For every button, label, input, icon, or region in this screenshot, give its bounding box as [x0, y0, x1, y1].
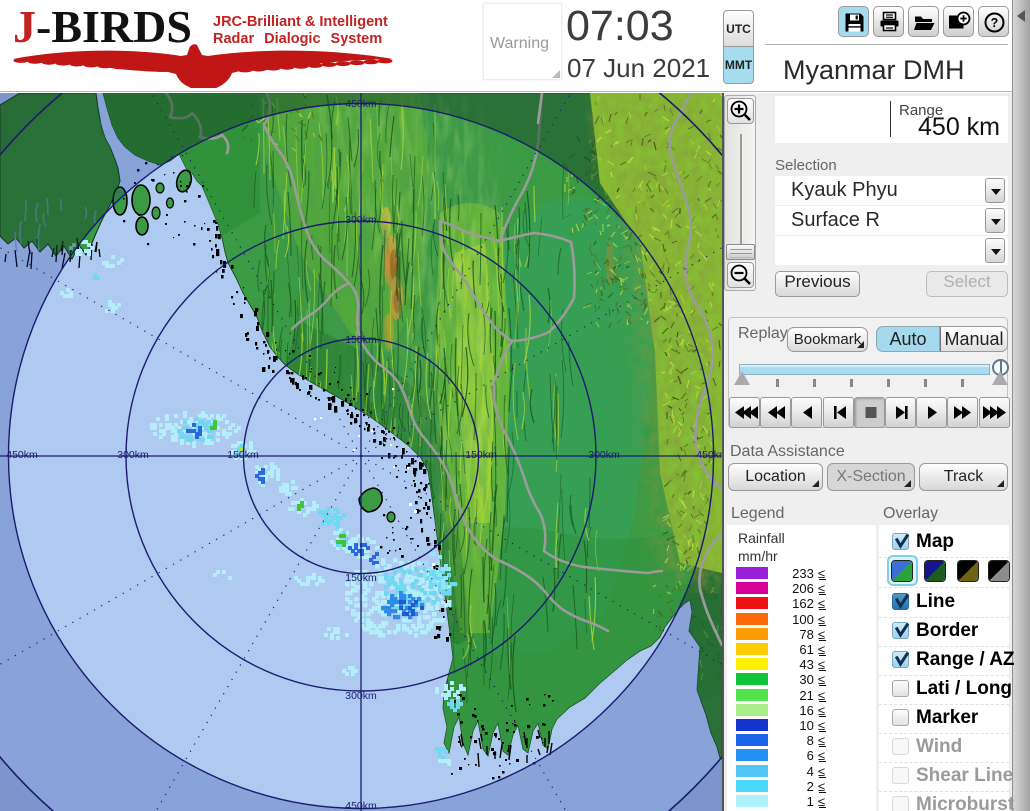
- svg-text:Radar Dialogic System: Radar Dialogic System: [213, 31, 382, 47]
- svg-text:150km: 150km: [345, 334, 377, 346]
- svg-text:JRC-Brilliant & Intelligent: JRC-Brilliant & Intelligent: [213, 14, 388, 30]
- svg-text:?: ?: [991, 16, 999, 30]
- svg-text:300km: 300km: [117, 449, 149, 461]
- svg-text:J: J: [13, 2, 36, 52]
- svg-text:150km: 150km: [465, 449, 497, 461]
- svg-text:450km: 450km: [696, 449, 722, 461]
- svg-text:150km: 150km: [227, 449, 259, 461]
- svg-text:450km: 450km: [345, 800, 377, 811]
- svg-text:150km: 150km: [345, 572, 377, 584]
- svg-text:300km: 300km: [345, 690, 377, 702]
- svg-text:450km: 450km: [345, 98, 377, 110]
- svg-text:-BIRDS: -BIRDS: [36, 2, 192, 52]
- svg-text:300km: 300km: [345, 214, 377, 226]
- svg-text:450km: 450km: [6, 449, 38, 461]
- svg-text:300km: 300km: [588, 449, 620, 461]
